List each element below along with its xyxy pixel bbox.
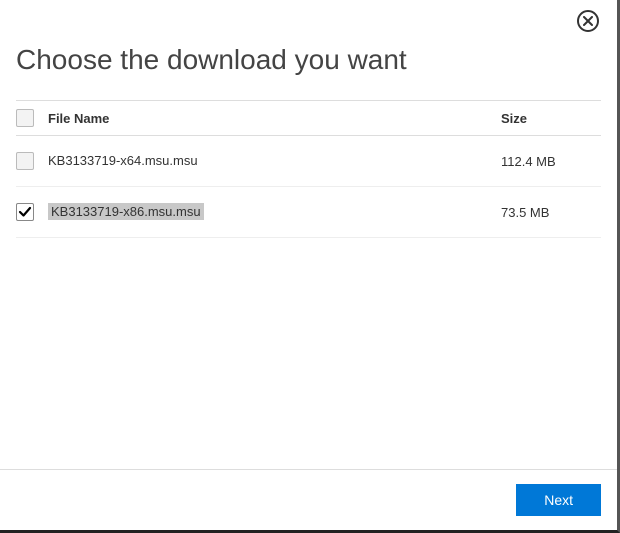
- checkmark-icon: [18, 205, 32, 219]
- row-checkbox[interactable]: [16, 152, 34, 170]
- table-row: KB3133719-x86.msu.msu 73.5 MB: [16, 187, 601, 238]
- next-button[interactable]: Next: [516, 484, 601, 516]
- column-header-size: Size: [501, 111, 601, 126]
- dialog-footer: Next: [0, 469, 617, 530]
- file-size: 112.4 MB: [501, 154, 601, 169]
- table-row: KB3133719-x64.msu.msu 112.4 MB: [16, 136, 601, 187]
- file-name: KB3133719-x86.msu.msu: [48, 203, 204, 220]
- select-all-checkbox[interactable]: [16, 109, 34, 127]
- file-size: 73.5 MB: [501, 205, 601, 220]
- close-button[interactable]: [577, 10, 599, 32]
- column-header-name: File Name: [48, 111, 501, 126]
- file-name: KB3133719-x64.msu.msu: [48, 153, 198, 168]
- table-header: File Name Size: [16, 100, 601, 136]
- row-checkbox[interactable]: [16, 203, 34, 221]
- close-icon: [583, 16, 593, 26]
- download-chooser-dialog: Choose the download you want File Name S…: [0, 0, 617, 530]
- page-title: Choose the download you want: [16, 44, 601, 76]
